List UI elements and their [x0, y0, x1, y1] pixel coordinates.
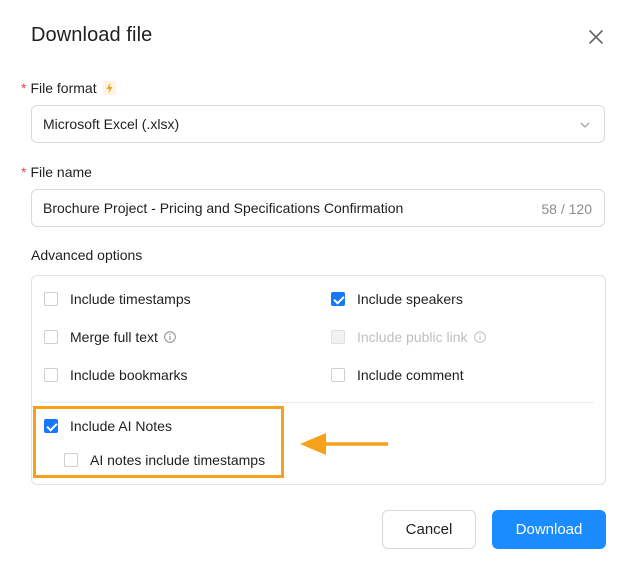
cancel-button[interactable]: Cancel — [382, 510, 476, 549]
option-label: Include bookmarks — [70, 367, 188, 383]
file-name-label: File name — [30, 164, 92, 180]
file-name-label-row: * File name — [21, 164, 92, 180]
option-include-speakers[interactable]: Include speakers — [331, 290, 463, 308]
file-format-select[interactable]: Microsoft Excel (.xlsx) — [31, 105, 605, 143]
file-format-value: Microsoft Excel (.xlsx) — [43, 116, 180, 132]
annotation-highlight-box — [33, 406, 284, 478]
option-label: Include speakers — [357, 291, 463, 307]
lightning-icon — [102, 81, 116, 95]
option-merge-full-text[interactable]: Merge full text — [44, 328, 176, 346]
option-include-timestamps[interactable]: Include timestamps — [44, 290, 191, 308]
checkbox[interactable] — [44, 330, 58, 344]
info-icon[interactable] — [164, 331, 176, 343]
checkbox — [331, 330, 345, 344]
character-counter: 58 / 120 — [541, 201, 592, 217]
file-name-value: Brochure Project - Pricing and Specifica… — [43, 200, 404, 216]
checkbox[interactable] — [44, 292, 58, 306]
checkbox[interactable] — [331, 292, 345, 306]
required-mark: * — [21, 80, 27, 96]
checkbox[interactable] — [44, 368, 58, 382]
checkbox[interactable] — [331, 368, 345, 382]
option-label: Include timestamps — [70, 291, 191, 307]
file-name-input[interactable]: Brochure Project - Pricing and Specifica… — [31, 189, 605, 227]
file-format-label-row: * File format — [21, 80, 116, 96]
option-label: Include public link — [357, 329, 468, 345]
option-label: Merge full text — [70, 329, 158, 345]
close-icon[interactable] — [586, 27, 606, 47]
arrow-left-icon — [300, 433, 388, 455]
option-label: Include comment — [357, 367, 464, 383]
divider — [41, 402, 594, 403]
file-format-label: File format — [30, 80, 97, 96]
required-mark: * — [21, 164, 27, 180]
option-include-bookmarks[interactable]: Include bookmarks — [44, 366, 188, 384]
chevron-down-icon — [580, 122, 590, 128]
download-button[interactable]: Download — [492, 510, 606, 549]
option-include-public-link: Include public link — [331, 328, 486, 346]
download-dialog: Download file * File format Microsoft Ex… — [0, 0, 637, 572]
info-icon[interactable] — [473, 331, 486, 343]
advanced-options-label: Advanced options — [31, 247, 143, 263]
dialog-title: Download file — [31, 24, 153, 46]
option-include-comment[interactable]: Include comment — [331, 366, 464, 384]
